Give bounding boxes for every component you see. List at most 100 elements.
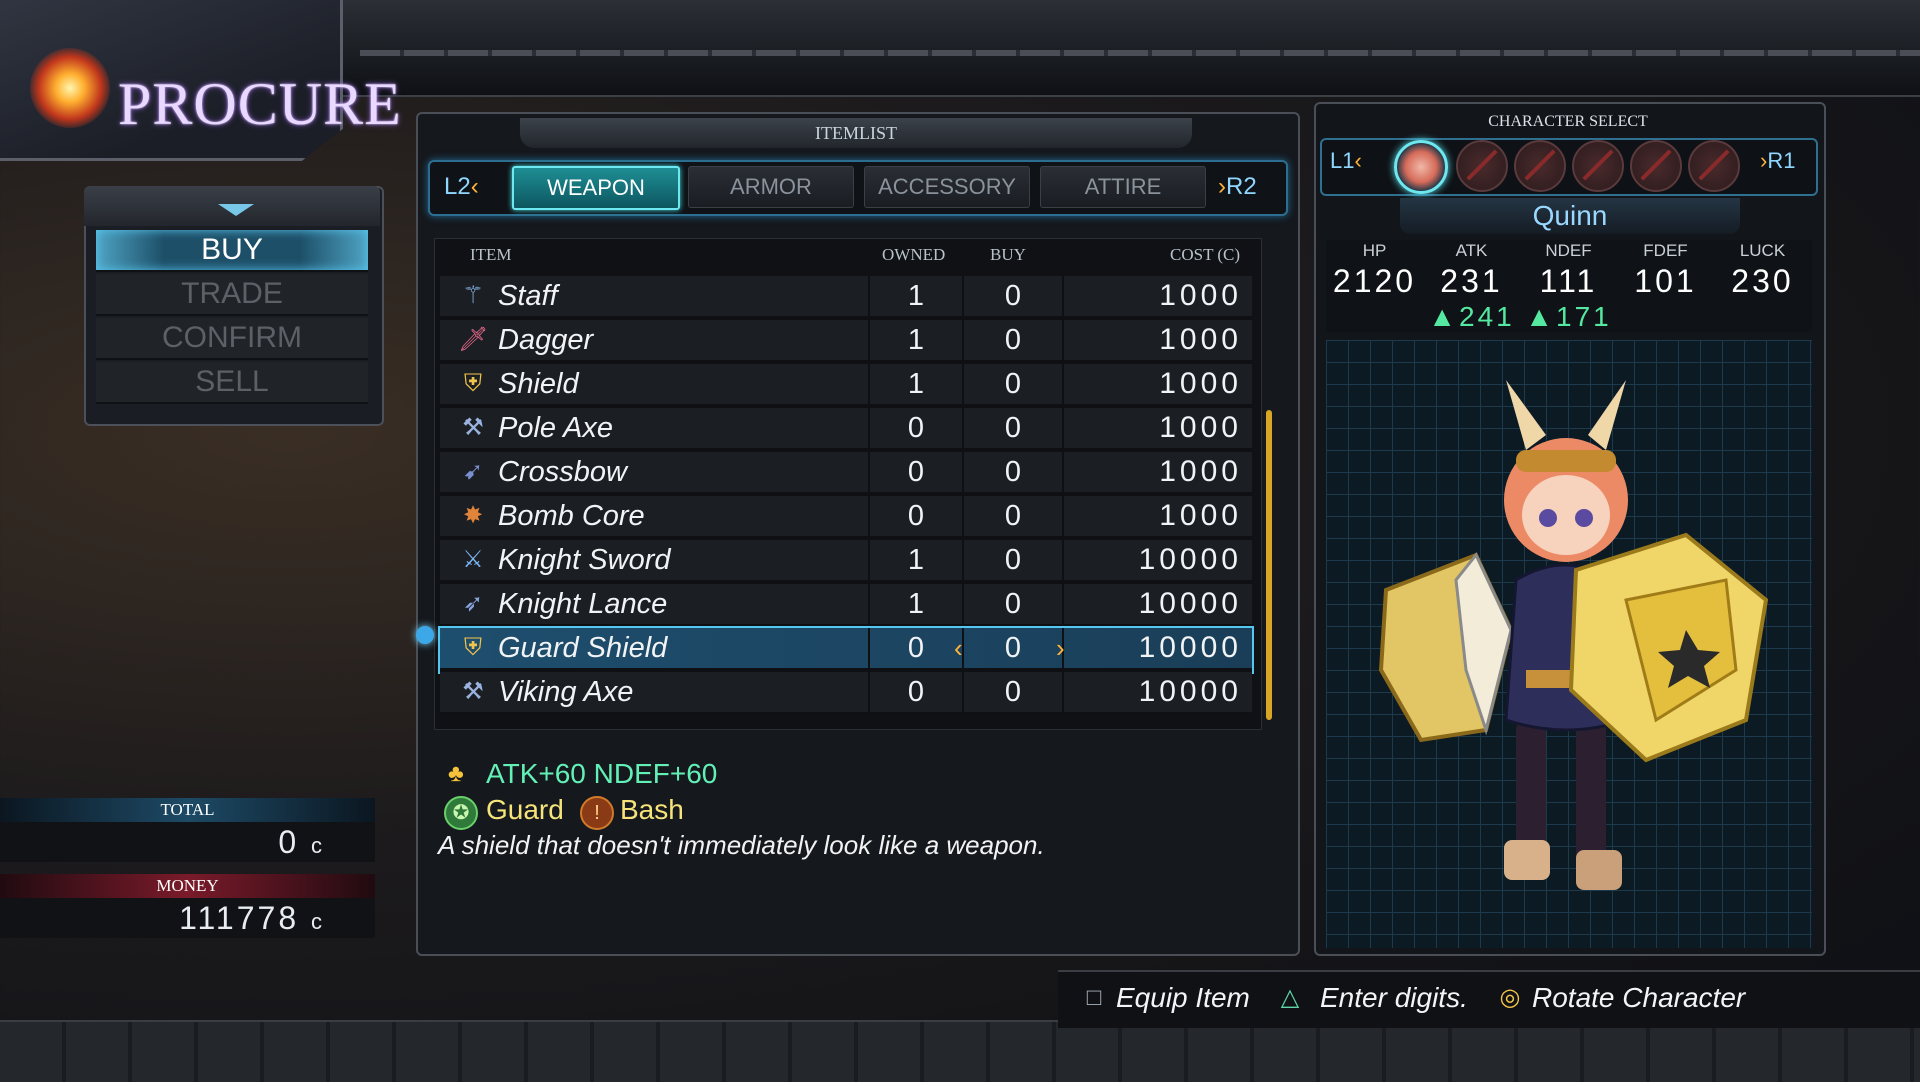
item-cost: 1000 <box>1159 455 1242 488</box>
item-owned: 0 <box>907 456 925 488</box>
item-name: Shield <box>498 368 579 400</box>
tab-next-button[interactable]: ›R2 <box>1218 172 1257 202</box>
tab-armor[interactable]: ARMOR <box>688 166 854 208</box>
table-row[interactable]: ⚒ Viking Axe 0 0 10000 <box>440 672 1252 716</box>
menu-item-buy[interactable]: BUY <box>96 230 368 272</box>
item-name: Guard Shield <box>498 632 668 664</box>
stat-increase <box>1617 300 1714 334</box>
bash-skill-icon: ! <box>580 796 614 830</box>
table-row[interactable]: ⚚ Staff 1 0 1000 <box>440 276 1252 320</box>
character-preview[interactable] <box>1326 340 1812 948</box>
item-name: Knight Sword <box>498 544 671 576</box>
item-buy-qty: 0 <box>1004 588 1022 620</box>
menu-item-sell[interactable]: SELL <box>96 362 368 404</box>
table-row[interactable]: ➹ Crossbow 0 0 1000 <box>440 452 1252 496</box>
tab-prev-button[interactable]: L2‹ <box>444 172 479 202</box>
tab-weapon[interactable]: WEAPON <box>512 166 680 210</box>
stat-luck: LUCK 230 <box>1714 240 1811 334</box>
tab-attire[interactable]: ATTIRE <box>1040 166 1206 208</box>
stat-value: 111 <box>1539 263 1598 299</box>
character-slot-locked[interactable] <box>1630 140 1682 192</box>
skill-guard: Guard <box>486 794 564 825</box>
right-stick-icon: ◎ <box>1499 984 1521 1011</box>
menu-item-confirm[interactable]: CONFIRM <box>96 318 368 360</box>
tab-accessory[interactable]: ACCESSORY <box>864 166 1030 208</box>
stat-label: FDEF <box>1643 241 1688 260</box>
character-select-label: CHARACTER SELECT <box>1488 113 1648 130</box>
character-slot-locked[interactable] <box>1572 140 1624 192</box>
chevron-right-icon: › <box>1218 173 1226 200</box>
item-buy-qty: 0 <box>1004 412 1022 444</box>
item-buy-qty: 0 <box>1004 280 1022 312</box>
top-rail <box>330 0 1920 97</box>
table-row[interactable]: ✸ Bomb Core 0 0 1000 <box>440 496 1252 540</box>
table-row[interactable]: 🗡 Dagger 1 0 1000 <box>440 320 1252 364</box>
stat-increase <box>1714 300 1811 334</box>
item-cost: 1000 <box>1159 499 1242 532</box>
money-box: MONEY 111778 c <box>0 874 375 938</box>
stat-value: 2120 <box>1332 263 1417 299</box>
total-currency: c <box>311 833 325 858</box>
character-slot-locked[interactable] <box>1514 140 1566 192</box>
column-divider <box>1062 408 1064 448</box>
chevron-left-icon: ‹ <box>470 173 479 200</box>
col-header-item: ITEM <box>470 245 512 264</box>
chevron-left-icon: ‹ <box>1354 148 1362 173</box>
item-owned: 0 <box>907 632 925 664</box>
item-buy-qty: 0 <box>1004 368 1022 400</box>
total-value: 0 c <box>0 822 375 862</box>
lance-icon: ➶ <box>462 590 484 617</box>
square-button-icon: □ <box>1086 984 1102 1011</box>
scrollbar[interactable] <box>1266 410 1272 720</box>
character-slot-locked[interactable] <box>1688 140 1740 192</box>
money-currency: c <box>311 909 325 934</box>
col-header-owned: OWNED <box>882 245 946 264</box>
table-row[interactable]: ➶ Knight Lance 1 0 10000 <box>440 584 1252 628</box>
guard-skill-icon: ✪ <box>444 796 478 830</box>
item-buy-qty: 0 <box>1004 456 1022 488</box>
total-box: TOTAL 0 c <box>0 798 375 862</box>
stat-increase: ▲171 <box>1525 301 1612 332</box>
increase-qty-icon[interactable]: › <box>1056 628 1065 668</box>
stat-value: 231 <box>1440 263 1503 299</box>
column-divider <box>1062 276 1064 316</box>
itemlist-header: ITEMLIST <box>520 118 1192 148</box>
table-row[interactable]: ⚔ Knight Sword 1 0 10000 <box>440 540 1252 584</box>
table-row[interactable]: ⚒ Pole Axe 0 0 1000 <box>440 408 1252 452</box>
item-owned: 0 <box>907 676 925 708</box>
column-divider <box>1062 320 1064 360</box>
item-owned: 0 <box>907 500 925 532</box>
table-row[interactable]: ⛨ Shield 1 0 1000 <box>440 364 1252 408</box>
character-portrait-quinn[interactable] <box>1394 140 1448 194</box>
tab-next-label: R2 <box>1226 173 1257 200</box>
hint-equip-item: Equip Item <box>1116 982 1250 1013</box>
item-cost: 1000 <box>1159 411 1242 444</box>
axe-icon: ⚒ <box>462 414 484 441</box>
character-model-image <box>1378 380 1769 890</box>
item-buy-qty: 0 <box>1004 324 1022 356</box>
menu-item-trade[interactable]: TRADE <box>96 274 368 316</box>
item-name: Viking Axe <box>498 676 634 708</box>
item-cost: 10000 <box>1138 543 1242 576</box>
axe-icon: ⚒ <box>462 678 484 705</box>
column-divider <box>1062 496 1064 536</box>
item-buy-qty[interactable]: 0 <box>964 628 1062 668</box>
stat-value: 230 <box>1731 263 1794 299</box>
table-row[interactable]: ⛨ Guard Shield 0 0 ‹ › 10000 <box>438 626 1254 674</box>
char-prev-button[interactable]: L1‹ <box>1330 148 1362 174</box>
item-buy-qty: 0 <box>1004 544 1022 576</box>
money-value: 111778 c <box>0 898 375 938</box>
column-divider <box>1062 584 1064 624</box>
stat-bonus-icon: ♣ <box>448 760 464 787</box>
dagger-icon: 🗡 <box>458 326 489 353</box>
total-label: TOTAL <box>0 798 375 822</box>
char-next-button[interactable]: ›R1 <box>1760 148 1795 174</box>
column-divider <box>1062 672 1064 712</box>
item-buy-qty: 0 <box>1004 500 1022 532</box>
stat-value: 101 <box>1634 263 1697 299</box>
item-name: Crossbow <box>498 456 627 488</box>
item-owned: 1 <box>907 280 925 312</box>
col-header-cost: COST (C) <box>1170 245 1241 264</box>
decrease-qty-icon[interactable]: ‹ <box>954 628 963 668</box>
character-slot-locked[interactable] <box>1456 140 1508 192</box>
